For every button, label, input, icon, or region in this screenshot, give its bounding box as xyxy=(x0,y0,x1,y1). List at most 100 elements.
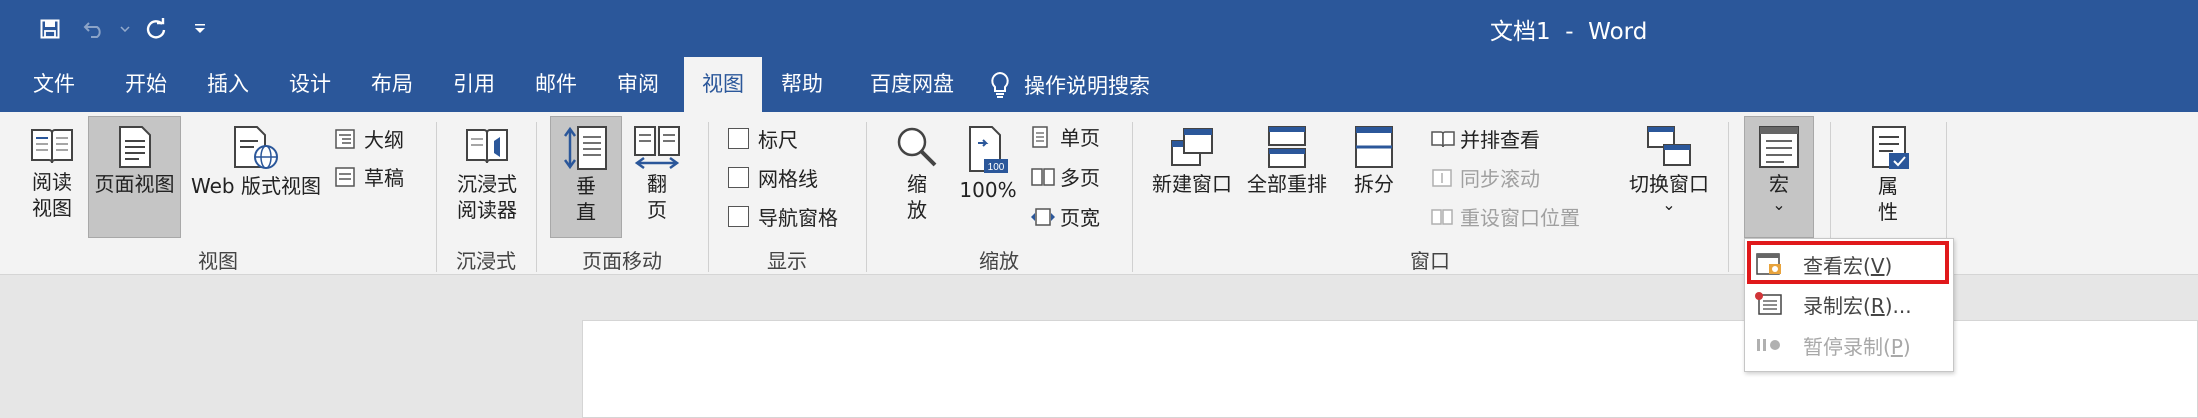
split-button[interactable]: 拆分 xyxy=(1338,117,1410,237)
ruler-checkbox[interactable]: 标尺 xyxy=(728,124,798,153)
multiple-pages-icon xyxy=(1030,166,1060,188)
zoom-100-icon-text: 100 xyxy=(988,162,1005,173)
vertical-label-2: 直 xyxy=(576,200,596,224)
read-mode-label-2: 视图 xyxy=(32,196,72,220)
side-by-side-icon xyxy=(1430,129,1460,149)
page-width-icon xyxy=(1030,206,1060,228)
arrange-all-button[interactable]: 全部重排 xyxy=(1242,117,1332,237)
tab-review[interactable]: 审阅 xyxy=(598,57,678,112)
draft-button[interactable]: 草稿 xyxy=(334,162,404,191)
tab-view[interactable]: 视图 xyxy=(684,57,762,112)
read-mode-icon xyxy=(29,125,75,167)
gridlines-checkbox[interactable]: 网格线 xyxy=(728,163,818,192)
tell-me-search[interactable]: 操作说明搜索 xyxy=(990,57,1150,112)
views-group-label: 视图 xyxy=(198,249,238,273)
draft-label: 草稿 xyxy=(364,166,404,190)
sync-scroll-icon xyxy=(1430,167,1460,189)
arrange-all-icon xyxy=(1267,125,1307,169)
side-by-side-label: 并排查看 xyxy=(1460,128,1540,152)
redo-button[interactable] xyxy=(134,7,178,51)
navigation-pane-check[interactable] xyxy=(728,206,749,227)
properties-button[interactable]: 属 性 xyxy=(1848,117,1928,237)
record-macro-menu-item[interactable]: 录制宏(R)... xyxy=(1745,284,1953,324)
zoom-button[interactable]: 缩 放 xyxy=(882,117,952,237)
navigation-pane-checkbox[interactable]: 导航窗格 xyxy=(728,202,838,231)
zoom-100-button[interactable]: 100 100% xyxy=(952,117,1024,237)
one-page-button[interactable]: 单页 xyxy=(1030,122,1100,151)
chevron-down-icon xyxy=(120,25,130,32)
tab-baidu-netdisk[interactable]: 百度网盘 xyxy=(852,57,972,112)
arrange-all-label: 全部重排 xyxy=(1247,172,1327,196)
pause-recording-icon xyxy=(1755,335,1791,355)
outline-button[interactable]: 大纲 xyxy=(334,124,404,153)
switch-windows-icon xyxy=(1646,125,1692,169)
page-width-label: 页宽 xyxy=(1060,206,1100,230)
highlight-annotation-box xyxy=(1747,241,1949,284)
side-to-side-button[interactable]: 翻 页 xyxy=(628,117,686,237)
macros-button[interactable]: 宏 ⌄ xyxy=(1744,116,1814,238)
page-width-button[interactable]: 页宽 xyxy=(1030,202,1100,231)
properties-label-2: 性 xyxy=(1878,200,1898,224)
switch-windows-label: 切换窗口 xyxy=(1629,172,1709,196)
zoom-label-1: 缩 xyxy=(907,172,927,196)
tab-mailings[interactable]: 邮件 xyxy=(516,57,596,112)
tab-layout[interactable]: 布局 xyxy=(352,57,432,112)
multiple-pages-label: 多页 xyxy=(1060,166,1100,190)
multiple-pages-button[interactable]: 多页 xyxy=(1030,162,1100,191)
immersive-group-label: 沉浸式 xyxy=(456,249,516,273)
tab-insert[interactable]: 插入 xyxy=(188,57,268,112)
save-button[interactable] xyxy=(28,7,72,51)
new-window-button[interactable]: 新建窗口 xyxy=(1146,117,1238,237)
gridlines-check[interactable] xyxy=(728,167,749,188)
show-group-label: 显示 xyxy=(767,249,807,273)
immersive-reader-button[interactable]: 沉浸式 阅读器 xyxy=(446,117,528,237)
tell-me-label: 操作说明搜索 xyxy=(1024,73,1150,98)
outline-label: 大纲 xyxy=(364,128,404,152)
web-layout-label: Web 版式视图 xyxy=(191,174,321,198)
pause-recording-menu-item[interactable]: 暂停录制(P) xyxy=(1745,325,1953,365)
tab-references[interactable]: 引用 xyxy=(434,57,514,112)
tab-design[interactable]: 设计 xyxy=(270,57,350,112)
customize-icon xyxy=(195,23,205,33)
page-move-group-label: 页面移动 xyxy=(582,249,662,273)
switch-windows-button[interactable]: 切换窗口 ⌄ xyxy=(1614,117,1724,237)
vertical-page-move-button[interactable]: 垂 直 xyxy=(550,116,622,238)
undo-button[interactable] xyxy=(72,7,116,51)
outline-icon xyxy=(334,128,364,150)
reset-position-label: 重设窗口位置 xyxy=(1460,206,1580,230)
read-mode-button[interactable]: 阅读 视图 xyxy=(18,117,86,237)
undo-icon xyxy=(83,21,101,38)
vertical-label-1: 垂 xyxy=(576,174,596,198)
properties-icon xyxy=(1865,125,1911,171)
split-label: 拆分 xyxy=(1354,172,1394,196)
web-layout-button[interactable]: Web 版式视图 xyxy=(186,117,326,237)
title-bar: 文档1 - Word xyxy=(0,0,2198,57)
tab-home[interactable]: 开始 xyxy=(106,57,186,112)
print-layout-button[interactable]: 页面视图 xyxy=(88,116,181,238)
document-page[interactable] xyxy=(582,320,2198,418)
tab-help[interactable]: 帮助 xyxy=(762,57,842,112)
record-macro-label: 录制宏(R)... xyxy=(1803,293,1912,318)
properties-label-1: 属 xyxy=(1878,174,1898,198)
pause-recording-label: 暂停录制(P) xyxy=(1803,334,1911,359)
customize-qat-button[interactable] xyxy=(178,7,222,51)
view-side-by-side-button[interactable]: 并排查看 xyxy=(1430,124,1540,153)
quick-access-toolbar xyxy=(0,0,222,57)
redo-icon xyxy=(146,17,166,39)
flip-label-1: 翻 xyxy=(647,172,667,196)
zoom-100-label: 100% xyxy=(959,178,1017,202)
draft-icon xyxy=(334,166,364,188)
macros-label: 宏 xyxy=(1769,172,1789,196)
tab-file[interactable]: 文件 xyxy=(14,57,94,112)
one-page-label: 单页 xyxy=(1060,126,1100,150)
synchronous-scrolling-button[interactable]: 同步滚动 xyxy=(1430,163,1540,192)
immersive-reader-label-2: 阅读器 xyxy=(457,198,517,222)
sync-scroll-label: 同步滚动 xyxy=(1460,167,1540,191)
reset-window-position-button[interactable]: 重设窗口位置 xyxy=(1430,202,1580,231)
read-mode-label-1: 阅读 xyxy=(32,170,72,194)
group-separator xyxy=(1728,122,1729,272)
undo-dropdown-arrow[interactable] xyxy=(116,25,134,32)
ruler-label: 标尺 xyxy=(758,128,798,152)
ruler-check[interactable] xyxy=(728,128,749,149)
reset-position-icon xyxy=(1430,206,1460,228)
